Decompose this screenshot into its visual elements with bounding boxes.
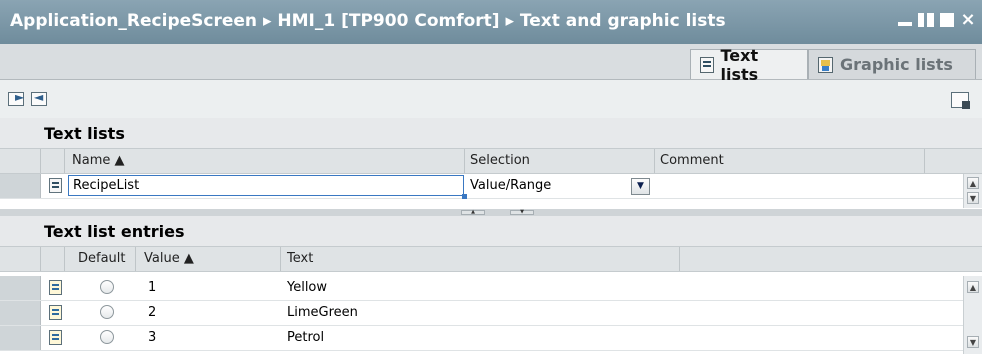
entry-value[interactable]: 1 bbox=[148, 280, 156, 295]
list-entry-icon bbox=[49, 280, 62, 295]
entry-value[interactable]: 3 bbox=[148, 330, 156, 345]
entry-text[interactable]: Petrol bbox=[287, 330, 324, 345]
table-row[interactable]: 2 LimeGreen bbox=[0, 301, 982, 326]
scroll-up-icon[interactable]: ▲ bbox=[967, 177, 979, 189]
list-entry-icon bbox=[49, 330, 62, 345]
pane-splitter[interactable]: ▲ ▼ bbox=[0, 209, 982, 216]
tab-text-lists-label: Text lists bbox=[720, 45, 759, 84]
tab-graphic-lists[interactable]: Graphic lists bbox=[808, 49, 976, 79]
tab-bar: Text lists Graphic lists bbox=[0, 44, 982, 84]
tab-graphic-lists-label: Graphic lists bbox=[840, 55, 953, 74]
column-separator bbox=[924, 149, 925, 173]
entries-column-header: Default Value ▲ Text bbox=[0, 246, 982, 272]
maximize-icon[interactable] bbox=[939, 12, 955, 28]
column-separator bbox=[464, 149, 465, 173]
name-value: RecipeList bbox=[73, 178, 140, 193]
list-entry-icon bbox=[49, 305, 62, 320]
column-comment[interactable]: Comment bbox=[660, 153, 724, 168]
table-row[interactable]: 3 Petrol bbox=[0, 326, 982, 351]
export-window-icon[interactable] bbox=[951, 92, 970, 109]
row-header[interactable] bbox=[0, 276, 41, 300]
graphic-list-icon bbox=[818, 56, 833, 73]
collapse-down-icon[interactable]: ▼ bbox=[510, 210, 534, 215]
text-lists-section-title: Text lists bbox=[0, 118, 982, 148]
text-list-icon bbox=[49, 178, 62, 193]
chevron-down-icon[interactable]: ▼ bbox=[631, 178, 650, 195]
default-radio[interactable] bbox=[100, 330, 114, 344]
tab-text-lists[interactable]: Text lists bbox=[690, 46, 808, 84]
toolbar bbox=[0, 80, 982, 118]
collapse-up-icon[interactable]: ▲ bbox=[461, 210, 485, 215]
entry-text[interactable]: Yellow bbox=[287, 280, 327, 295]
name-input[interactable]: RecipeList bbox=[68, 175, 467, 199]
close-icon[interactable]: × bbox=[960, 11, 976, 29]
column-text[interactable]: Text bbox=[287, 251, 313, 266]
column-separator bbox=[280, 247, 281, 271]
table-row[interactable]: 1 Yellow bbox=[0, 276, 982, 301]
minimize-icon[interactable] bbox=[897, 12, 913, 28]
default-radio[interactable] bbox=[100, 305, 114, 319]
entries-heading: Text list entries bbox=[44, 222, 185, 241]
column-separator bbox=[40, 247, 41, 271]
column-separator bbox=[654, 149, 655, 173]
text-lists-heading: Text lists bbox=[44, 124, 125, 143]
window-title: Application_RecipeScreen ▸ HMI_1 [TP900 … bbox=[10, 11, 726, 31]
table-row-text-list[interactable]: RecipeList Value/Range ▼ bbox=[0, 174, 982, 199]
scroll-up-icon[interactable]: ▲ bbox=[967, 281, 979, 293]
resize-handle[interactable] bbox=[462, 194, 467, 199]
column-separator bbox=[679, 247, 680, 271]
window-titlebar: Application_RecipeScreen ▸ HMI_1 [TP900 … bbox=[0, 0, 982, 44]
column-separator bbox=[64, 247, 65, 271]
entry-value[interactable]: 2 bbox=[148, 305, 156, 320]
column-default[interactable]: Default bbox=[78, 251, 126, 266]
column-name[interactable]: Name ▲ bbox=[72, 153, 124, 168]
row-header[interactable] bbox=[0, 174, 41, 198]
text-list-icon bbox=[700, 56, 714, 73]
column-value[interactable]: Value ▲ bbox=[144, 251, 194, 266]
column-separator bbox=[64, 149, 65, 173]
row-header[interactable] bbox=[0, 326, 41, 350]
import-icon[interactable] bbox=[31, 90, 47, 106]
scroll-down-icon[interactable]: ▼ bbox=[967, 336, 979, 348]
scroll-down-icon[interactable]: ▼ bbox=[967, 192, 979, 204]
column-separator bbox=[135, 247, 136, 271]
default-radio[interactable] bbox=[100, 280, 114, 294]
insert-entry-icon[interactable] bbox=[8, 90, 24, 106]
entries-section-title: Text list entries bbox=[0, 216, 982, 246]
float-window-icon[interactable] bbox=[918, 12, 934, 28]
window-controls: × bbox=[897, 11, 976, 29]
row-header[interactable] bbox=[0, 301, 41, 325]
entries-scrollbar[interactable]: ▲ ▼ bbox=[963, 276, 982, 354]
text-lists-scrollbar[interactable]: ▲ ▼ bbox=[963, 174, 982, 208]
selection-value[interactable]: Value/Range bbox=[470, 178, 551, 193]
entry-text[interactable]: LimeGreen bbox=[287, 305, 358, 320]
column-separator bbox=[40, 149, 41, 173]
text-lists-column-header: Name ▲ Selection Comment bbox=[0, 148, 982, 174]
column-selection[interactable]: Selection bbox=[470, 153, 530, 168]
